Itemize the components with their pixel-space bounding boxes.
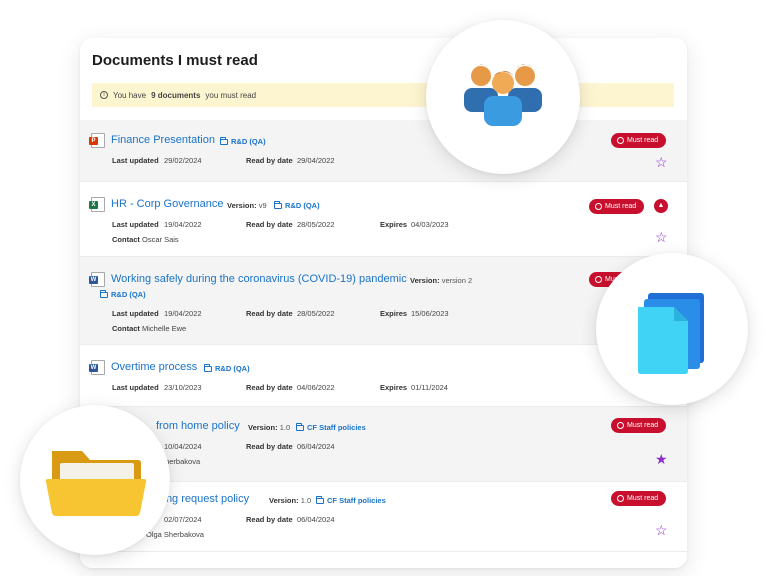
folder-link[interactable]: CF Staff policies	[296, 422, 366, 432]
list-item[interactable]: king request policy Version: 1.0 CF Staf…	[80, 482, 687, 552]
page-title: Documents I must read	[92, 52, 258, 69]
clock-icon	[617, 495, 624, 502]
folder-bubble	[20, 405, 170, 555]
expires: Expires 04/03/2023	[380, 220, 449, 229]
document-title[interactable]: HR - Corp Governance	[111, 198, 224, 210]
last-updated: Last updated 19/04/2022	[112, 220, 202, 229]
read-by-date: Read by date 29/04/2022	[246, 156, 335, 165]
read-by-date: Read by date 28/05/2022	[246, 220, 335, 229]
folder-small-icon	[100, 289, 108, 298]
list-item[interactable]: from home policy Version: 1.0 CF Staff p…	[80, 407, 687, 482]
must-read-badge: Must read	[611, 133, 667, 148]
documents-bubble	[596, 253, 748, 405]
folder-small-icon	[296, 422, 304, 431]
read-by-date: Read by date 28/05/2022	[246, 309, 335, 318]
folder-link[interactable]: R&D (QA)	[220, 136, 266, 146]
star-outline-icon[interactable]: ☆	[655, 155, 668, 169]
info-banner: i You have 9 documents you must read	[92, 83, 674, 107]
version-label: Version: version 2	[410, 276, 473, 285]
expires: Expires 15/06/2023	[380, 309, 449, 318]
folder-small-icon	[274, 200, 282, 209]
must-read-badge: Must read	[611, 418, 667, 433]
documents-icon	[638, 293, 704, 374]
contact: Contact Michelle Ewe	[112, 324, 187, 333]
clock-icon	[617, 422, 624, 429]
clock-icon	[617, 137, 624, 144]
clock-icon	[595, 203, 602, 210]
folder-link[interactable]: R&D (QA)	[204, 363, 250, 373]
banner-prefix: You have	[113, 90, 147, 100]
team-bubble	[426, 20, 580, 174]
banner-suffix: you must read	[205, 90, 257, 100]
list-item[interactable]: P Finance Presentation R&D (QA) Last upd…	[80, 120, 687, 182]
folder-small-icon	[220, 136, 228, 145]
warning-icon: ▲	[654, 199, 668, 213]
list-item[interactable]: X HR - Corp Governance Version: v9 R&D (…	[80, 182, 687, 257]
document-title[interactable]: king request policy	[158, 493, 249, 505]
last-updated: Last updated 29/02/2024	[112, 156, 202, 165]
folder-link[interactable]: R&D (QA)	[100, 289, 146, 299]
star-outline-icon[interactable]: ☆	[655, 523, 668, 537]
document-title[interactable]: Working safely during the coronavirus (C…	[111, 273, 407, 285]
team-icon	[464, 64, 542, 126]
info-icon: i	[100, 91, 108, 99]
contact: Contact Oscar Sais	[112, 235, 179, 244]
star-filled-icon[interactable]: ★	[655, 452, 668, 466]
document-title[interactable]: Finance Presentation	[111, 134, 215, 146]
folder-small-icon	[316, 495, 324, 504]
pdf-file-icon: P	[89, 133, 105, 148]
folder-small-icon	[204, 363, 212, 372]
read-by-date: Read by date 04/06/2022	[246, 383, 335, 392]
version-label: Version: v9	[227, 201, 267, 210]
document-title[interactable]: Overtime process	[111, 361, 197, 373]
last-updated: Last updated 19/04/2022	[112, 309, 202, 318]
folder-link[interactable]: CF Staff policies	[316, 495, 386, 505]
word-file-icon: W	[89, 360, 105, 375]
version-label: Version: 1.0	[269, 496, 312, 505]
must-read-badge: Must read	[589, 199, 645, 214]
banner-count: 9 documents	[151, 90, 201, 100]
version-label: Version: 1.0	[248, 423, 291, 432]
excel-file-icon: X	[89, 197, 105, 212]
folder-icon	[45, 451, 147, 516]
star-outline-icon[interactable]: ☆	[655, 230, 668, 244]
read-by-date: Read by date 06/04/2024	[246, 442, 335, 451]
folder-link[interactable]: R&D (QA)	[274, 200, 320, 210]
read-by-date: Read by date 06/04/2024	[246, 515, 335, 524]
expires: Expires 01/11/2024	[380, 383, 448, 392]
must-read-badge: Must read	[611, 491, 667, 506]
word-file-icon: W	[89, 272, 105, 287]
last-updated: Last updated 23/10/2023	[112, 383, 202, 392]
